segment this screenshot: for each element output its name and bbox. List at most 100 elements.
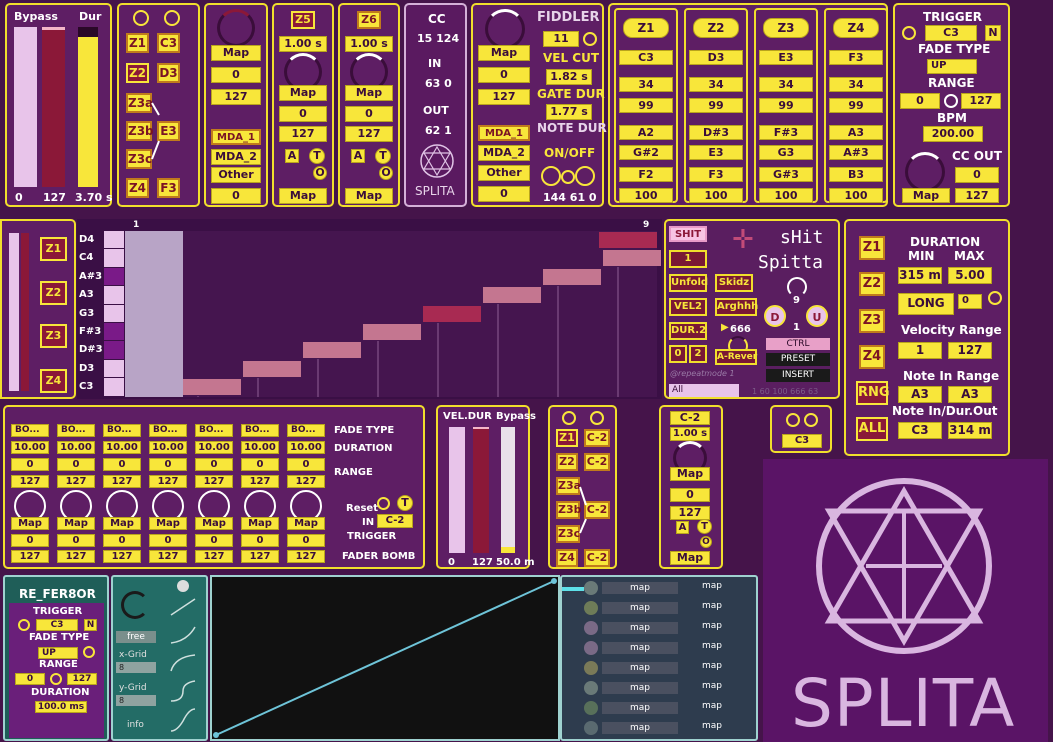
zone-column-vel[interactable]: 100 xyxy=(829,188,883,203)
vel-range-max[interactable]: 127 xyxy=(948,342,992,359)
range-min[interactable]: 0 xyxy=(900,93,940,109)
zone-column-v1[interactable]: 34 xyxy=(689,77,743,92)
duration-toggle[interactable] xyxy=(988,291,1002,305)
fader-duration[interactable]: 10.00 xyxy=(57,441,95,454)
shit-value[interactable]: 1 xyxy=(669,250,707,268)
roll-note-bar[interactable] xyxy=(303,342,361,359)
z5-o-button[interactable]: O xyxy=(313,166,327,180)
cc-out-min[interactable]: 0 xyxy=(955,167,999,183)
u-button[interactable]: U xyxy=(806,305,828,327)
skidz-button[interactable]: Skidz xyxy=(715,274,753,292)
z6-o-button[interactable]: O xyxy=(379,166,393,180)
fader-reset-toggle[interactable] xyxy=(377,497,390,510)
side-meter-b[interactable] xyxy=(21,233,29,391)
d-button[interactable]: D xyxy=(764,305,786,327)
fader-range-max[interactable]: 127 xyxy=(287,475,325,488)
z6-t-button[interactable]: T xyxy=(375,148,391,164)
on-toggle[interactable] xyxy=(541,166,561,186)
fader-map-min[interactable]: 0 xyxy=(57,534,95,547)
mapper-mda1[interactable]: MDA_1 xyxy=(211,129,261,145)
dur2-button[interactable]: DUR.2 xyxy=(669,322,707,340)
fader-range-max[interactable]: 127 xyxy=(149,475,187,488)
trigger-note[interactable]: C3 xyxy=(925,25,977,41)
zone-column-hi[interactable]: G#3 xyxy=(759,167,813,182)
fader-type-dropdown[interactable]: BO... xyxy=(149,424,187,437)
fader-map-max[interactable]: 127 xyxy=(149,550,187,563)
long-button[interactable]: LONG xyxy=(898,293,954,315)
roll-key[interactable] xyxy=(104,304,124,322)
z5-t-button[interactable]: T xyxy=(309,148,325,164)
referator-fade-dropdown[interactable]: UP xyxy=(38,647,78,659)
pulse-min[interactable]: 0 xyxy=(670,488,710,502)
zone-column-v1[interactable]: 34 xyxy=(829,77,883,92)
fader-map[interactable]: Map xyxy=(149,517,187,530)
pulse-map2[interactable]: Map xyxy=(670,551,710,565)
cc-out-dial[interactable] xyxy=(905,152,945,192)
fiddler-channel[interactable]: 11 xyxy=(543,31,579,47)
curve-dot[interactable] xyxy=(177,580,189,592)
zone-column-label[interactable]: Z2 xyxy=(693,18,739,38)
bypass-meter[interactable] xyxy=(14,27,37,187)
mapper-other[interactable]: Other xyxy=(211,167,261,183)
z5-map2-button[interactable]: Map xyxy=(279,188,327,204)
map-row-dot[interactable] xyxy=(584,621,598,635)
fader-map[interactable]: Map xyxy=(103,517,141,530)
referator-duration-value[interactable]: 100.0 ms xyxy=(35,701,87,713)
roll-key[interactable] xyxy=(104,249,124,267)
fiddler-value[interactable]: 0 xyxy=(478,186,530,202)
zone-column-hi[interactable]: B3 xyxy=(829,167,883,182)
fader-duration[interactable]: 10.00 xyxy=(241,441,279,454)
all-dropdown[interactable]: All xyxy=(669,384,739,397)
fader-map[interactable]: Map xyxy=(11,517,49,530)
referator-range-min[interactable]: 0 xyxy=(15,673,45,685)
fiddler-max[interactable]: 127 xyxy=(478,89,530,105)
referator-range-max[interactable]: 127 xyxy=(67,673,97,685)
zone-column-vel[interactable]: 100 xyxy=(619,188,673,203)
z6-max[interactable]: 127 xyxy=(345,126,393,142)
side-z4-button[interactable]: Z4 xyxy=(40,369,67,393)
zone-column-vel[interactable]: 100 xyxy=(759,188,813,203)
cc-out-max[interactable]: 127 xyxy=(955,188,999,203)
pulse-map[interactable]: Map xyxy=(670,467,710,481)
pulse-time[interactable]: 1.00 s xyxy=(670,427,710,441)
curve-dial[interactable] xyxy=(121,591,149,619)
fader-range-min[interactable]: 0 xyxy=(287,458,325,471)
mapper-dial[interactable] xyxy=(217,9,255,47)
roll-key[interactable] xyxy=(104,286,124,304)
zone-column-label[interactable]: Z1 xyxy=(623,18,669,38)
preset-button[interactable]: PRESET xyxy=(766,353,830,366)
veldur-meter-b[interactable] xyxy=(473,427,489,553)
zone-column-hi[interactable]: F3 xyxy=(689,167,743,182)
side-meter-a[interactable] xyxy=(9,233,19,391)
fader-duration[interactable]: 10.00 xyxy=(287,441,325,454)
side-z1-button[interactable]: Z1 xyxy=(40,237,67,261)
unfold-button[interactable]: Unfold xyxy=(669,274,708,292)
zone-column-note[interactable]: F3 xyxy=(829,50,883,65)
side-z2-button[interactable]: Z2 xyxy=(40,281,67,305)
z6-a-button[interactable]: A xyxy=(351,149,365,163)
side-z3-button[interactable]: Z3 xyxy=(40,324,67,348)
fader-range-min[interactable]: 0 xyxy=(195,458,233,471)
roll-note-bar[interactable] xyxy=(603,250,661,267)
fader-range-max[interactable]: 127 xyxy=(195,475,233,488)
map-row-dot[interactable] xyxy=(584,681,598,695)
roll-key[interactable] xyxy=(104,267,124,286)
z5-map-button[interactable]: Map xyxy=(279,85,327,101)
roll-key[interactable] xyxy=(104,323,124,341)
veldur-meter-a[interactable] xyxy=(449,427,465,553)
fader-range-min[interactable]: 0 xyxy=(103,458,141,471)
fader-map-max[interactable]: 127 xyxy=(195,550,233,563)
veldur-meter-c[interactable] xyxy=(501,427,515,553)
map-row-button[interactable]: map xyxy=(602,622,678,634)
dur-z2-button[interactable]: Z2 xyxy=(859,272,885,296)
vel-cut-value[interactable]: 1.82 s xyxy=(546,69,592,85)
fader-range-min[interactable]: 0 xyxy=(241,458,279,471)
note-range-max[interactable]: A3 xyxy=(948,386,992,403)
fader-type-dropdown[interactable]: BO... xyxy=(57,424,95,437)
free-button[interactable]: free xyxy=(116,631,156,643)
vel2-button[interactable]: VEL2 xyxy=(669,298,707,316)
fader-type-dropdown[interactable]: BO... xyxy=(287,424,325,437)
note-in-value[interactable]: C3 xyxy=(898,422,942,439)
note-range-min[interactable]: A3 xyxy=(898,386,942,403)
fader-duration[interactable]: 10.00 xyxy=(11,441,49,454)
